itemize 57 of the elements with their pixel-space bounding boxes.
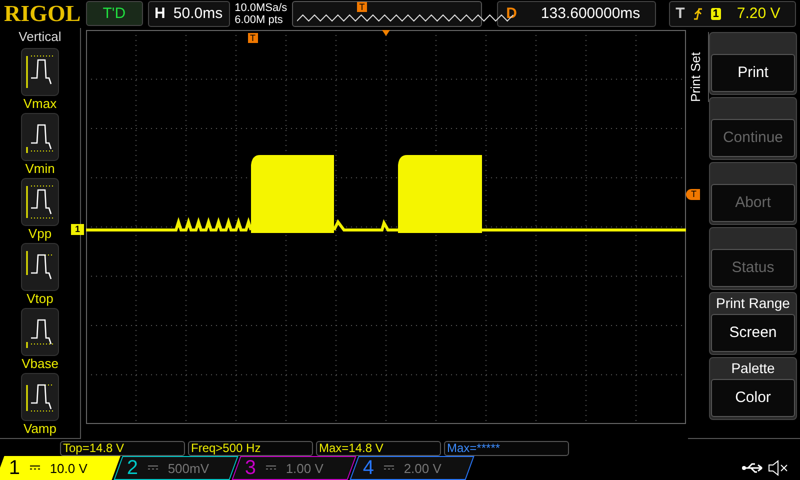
memory-depth: 6.00M pts: [234, 14, 284, 26]
measure-label: Vmax: [23, 96, 57, 111]
trigger-position-marker: T: [357, 2, 367, 12]
trigger-box[interactable]: T 1 7.20 V: [668, 0, 796, 27]
channel-button[interactable]: 4 2.00 V: [350, 456, 474, 480]
softkey-value: Print: [711, 54, 795, 92]
measure-label: Vmin: [25, 160, 55, 176]
measure-icon[interactable]: [21, 372, 59, 421]
measure-icon[interactable]: [21, 178, 59, 226]
delay-box[interactable]: D 133.600000ms: [497, 0, 656, 27]
timebase-box[interactable]: H 50.0ms: [148, 0, 230, 27]
center-marker-icon: [382, 30, 390, 36]
menu-title: Vertical: [18, 28, 62, 44]
delay-value: 133.600000ms: [540, 5, 640, 22]
measure-icon[interactable]: [21, 308, 59, 356]
softkey-label: Print Range: [716, 294, 790, 313]
measurement-readout: Max=*****: [444, 441, 569, 456]
trigger-level: 7.20 V: [736, 5, 780, 22]
rising-edge-icon: [692, 6, 703, 21]
softkey-value: Color: [711, 378, 795, 417]
measure-label: Vbase: [22, 356, 58, 371]
channel-button[interactable]: 3 1.00 V: [232, 456, 356, 480]
trigger-channel: 1: [710, 8, 721, 20]
softkey[interactable]: Print Range Screen: [709, 292, 797, 355]
softkey-value: Abort: [711, 184, 795, 222]
trigger-level-marker[interactable]: T: [686, 188, 700, 200]
softkey-value: Screen: [711, 314, 795, 352]
softkey[interactable]: Print: [709, 32, 797, 95]
coupling-icon: [30, 465, 40, 471]
softkey-value: Status: [711, 248, 795, 287]
measurement-readout: Max=14.8 V: [316, 441, 441, 456]
softkey[interactable]: Palette Color: [709, 356, 797, 420]
sample-rate: 10.0MSa/s: [234, 2, 288, 14]
trigger-position-marker: T: [248, 32, 258, 43]
run-status[interactable]: T'D: [86, 1, 143, 26]
measure-icon[interactable]: [21, 242, 59, 291]
measure-label: Vpp: [28, 226, 52, 241]
speaker-muted-icon: [768, 460, 788, 476]
measurement-readout: Top=14.8 V: [60, 441, 185, 456]
coupling-icon: [266, 465, 276, 471]
measure-icon[interactable]: [21, 112, 59, 161]
channel-button[interactable]: 1 10.0 V: [0, 456, 120, 480]
coupling-icon: [384, 465, 394, 471]
timebase-value: 50.0ms: [173, 5, 223, 22]
softkey-label: Palette: [731, 360, 775, 378]
coupling-icon: [148, 465, 158, 471]
measurement-readout: Freq>500 Hz: [188, 441, 313, 456]
measure-label: Vtop: [26, 290, 54, 306]
measure-icon[interactable]: [21, 48, 59, 96]
delay-label: D: [506, 5, 517, 22]
channel-marker[interactable]: 1: [71, 224, 84, 235]
brand-logo: RIGOL: [4, 0, 81, 27]
softkey-value: Continue: [711, 118, 795, 157]
trigger-label: T: [676, 5, 685, 22]
measure-label: Vamp: [24, 420, 56, 436]
channel-button[interactable]: 2 500mV: [114, 456, 238, 480]
horizontal-label: H: [154, 5, 166, 22]
